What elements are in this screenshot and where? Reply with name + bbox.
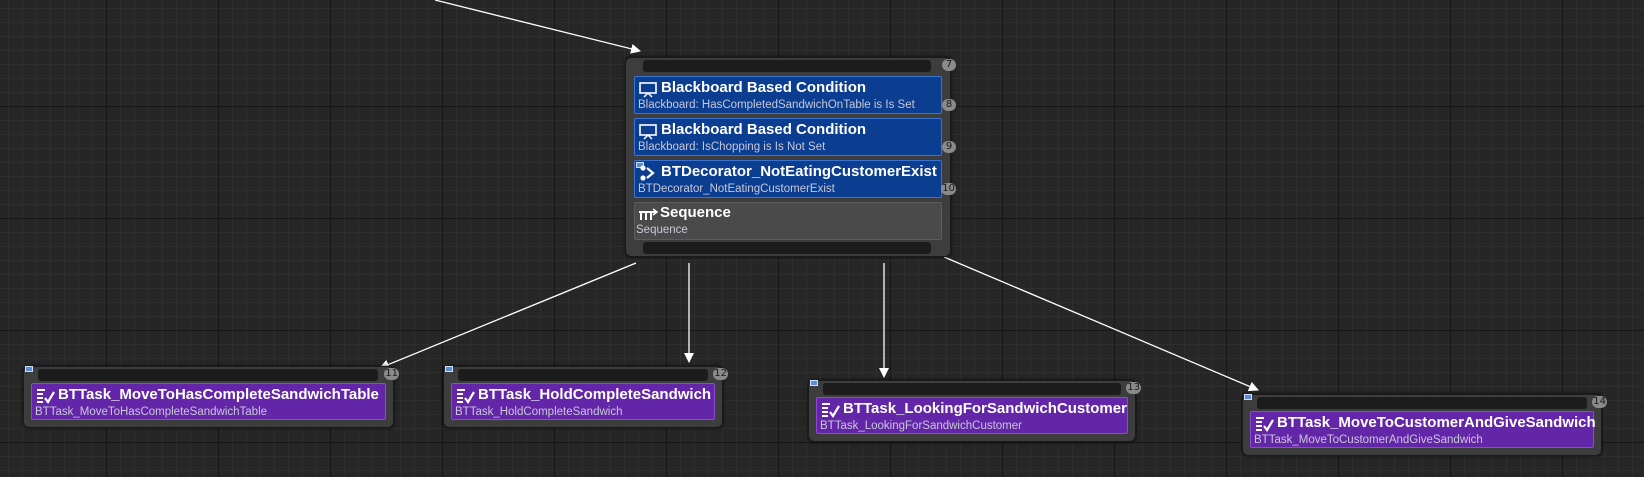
input-pin[interactable]: [823, 383, 1121, 395]
composite-node[interactable]: 7 Blackboard Based Condition Blackboard:…: [625, 57, 956, 257]
node-index-badge: 7: [942, 59, 956, 71]
task-title: BTTask_MoveToCustomerAndGiveSandwich: [1277, 414, 1596, 431]
decorator-subtitle: BTDecorator_NotEatingCustomerExist: [638, 183, 835, 195]
task-icon: [822, 403, 840, 418]
task-subtitle: BTTask_MoveToCustomerAndGiveSandwich: [1254, 434, 1483, 446]
decorator-icon: [640, 165, 655, 181]
task-body[interactable]: BTTask_MoveToCustomerAndGiveSandwich BTT…: [1250, 411, 1596, 448]
task-node-looking-for-customer[interactable]: 13 BTTask_LookingForSandwichCustomer BTT…: [808, 380, 1141, 442]
decorator-subtitle: Blackboard: IsChopping is Is Not Set: [638, 141, 826, 153]
blackboard-icon: [639, 82, 657, 98]
node-index-badge: 12: [713, 368, 728, 380]
wire-to-task-4: [943, 256, 1259, 392]
decorator-index-badge: 9: [942, 141, 956, 153]
sequence-title: Sequence: [660, 204, 731, 221]
blueprint-flag-icon: [445, 366, 453, 372]
task-node-hold-sandwich[interactable]: 12 BTTask_HoldCompleteSandwich BTTask_Ho…: [443, 366, 728, 428]
output-pin[interactable]: [643, 242, 931, 254]
task-body[interactable]: BTTask_LookingForSandwichCustomer BTTask…: [816, 397, 1128, 434]
task-icon: [37, 389, 55, 404]
decorator-index-badge: 8: [942, 99, 956, 111]
task-node-move-to-table[interactable]: 11 BTTask_MoveToHasCompleteSandwichTable…: [23, 366, 399, 428]
blueprint-flag-icon: [810, 380, 818, 386]
task-title: BTTask_MoveToHasCompleteSandwichTable: [58, 386, 379, 403]
task-subtitle: BTTask_HoldCompleteSandwich: [455, 406, 623, 418]
task-node-move-to-customer[interactable]: 14 BTTask_MoveToCustomerAndGiveSandwich …: [1242, 394, 1607, 456]
wire-incoming: [434, 0, 641, 54]
task-title: BTTask_LookingForSandwichCustomer: [843, 400, 1127, 417]
node-index-badge: 13: [1126, 382, 1141, 394]
task-title: BTTask_HoldCompleteSandwich: [478, 386, 712, 403]
decorator-not-eating-customer-exist[interactable]: BTDecorator_NotEatingCustomerExist BTDec…: [634, 160, 942, 198]
decorator-title: Blackboard Based Condition: [661, 79, 867, 96]
blueprint-flag-icon: [1244, 394, 1252, 400]
decorator-title: BTDecorator_NotEatingCustomerExist: [661, 163, 937, 180]
task-icon: [1256, 417, 1274, 432]
input-pin[interactable]: [1257, 397, 1587, 409]
sequence-subtitle: Sequence: [636, 224, 688, 236]
task-subtitle: BTTask_LookingForSandwichCustomer: [820, 420, 1022, 432]
input-pin[interactable]: [643, 60, 931, 72]
input-pin[interactable]: [38, 369, 378, 381]
decorator-blackboard-condition-1[interactable]: Blackboard Based Condition Blackboard: H…: [634, 76, 942, 114]
blackboard-icon: [639, 124, 657, 140]
decorator-blackboard-condition-2[interactable]: Blackboard Based Condition Blackboard: I…: [634, 118, 942, 156]
sequence-composite[interactable]: Sequence Sequence: [634, 202, 942, 240]
task-subtitle: BTTask_MoveToHasCompleteSandwichTable: [35, 406, 268, 418]
decorator-subtitle: Blackboard: HasCompletedSandwichOnTable …: [638, 99, 915, 111]
decorator-title: Blackboard Based Condition: [661, 121, 867, 138]
task-body[interactable]: BTTask_MoveToHasCompleteSandwichTable BT…: [31, 383, 386, 420]
node-index-badge: 11: [384, 368, 399, 380]
decorator-index-badge: 10: [941, 183, 956, 195]
task-body[interactable]: BTTask_HoldCompleteSandwich BTTask_HoldC…: [451, 383, 715, 420]
task-icon: [457, 389, 475, 404]
behavior-tree-graph[interactable]: 7 Blackboard Based Condition Blackboard:…: [0, 0, 1644, 477]
blueprint-flag-icon: [25, 366, 33, 372]
node-index-badge: 14: [1592, 396, 1607, 408]
sequence-icon: [639, 208, 658, 220]
wire-to-task-1: [379, 262, 637, 370]
input-pin[interactable]: [458, 369, 708, 381]
